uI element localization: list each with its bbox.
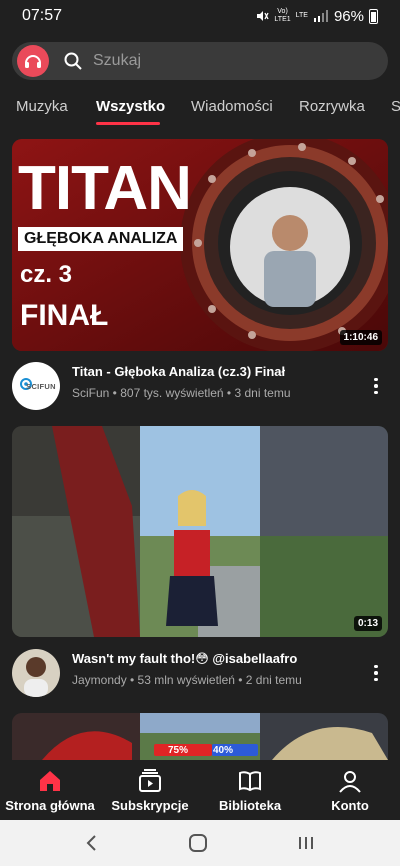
video-duration: 0:13 — [353, 616, 382, 631]
nav-library[interactable]: Biblioteka — [200, 760, 300, 820]
lte-indicator: LTE — [295, 12, 308, 19]
nav-home[interactable]: Strona główna — [0, 760, 100, 820]
search-icon[interactable] — [63, 51, 83, 71]
library-icon — [239, 770, 261, 791]
volte-indicator: Vo) LTE1 — [274, 8, 291, 23]
category-tabs: Muzyka Wszystko Wiadomości Rozrywka S — [0, 88, 400, 128]
nav-subscriptions[interactable]: Subskrypcje — [100, 760, 200, 820]
search-bar[interactable]: Szukaj — [12, 42, 388, 80]
headphones-icon — [25, 55, 41, 68]
channel-avatar[interactable]: SCIFUN — [12, 362, 60, 410]
thumbnail-final-text: FINAŁ — [20, 299, 109, 332]
system-navigation-bar — [0, 820, 400, 866]
thumbnail-artwork — [12, 426, 388, 637]
profile-avatar[interactable] — [17, 45, 49, 77]
tab-wszystko[interactable]: Wszystko — [96, 98, 165, 115]
nav-account[interactable]: Konto — [300, 760, 400, 820]
more-options-button[interactable] — [366, 659, 386, 687]
home-icon — [40, 770, 60, 791]
search-input[interactable]: Szukaj — [93, 52, 141, 70]
tab-rozrywka[interactable]: Rozrywka — [299, 98, 365, 115]
thumbnail-title-text: TITAN — [18, 154, 192, 223]
nav-home-label: Strona główna — [5, 797, 95, 813]
battery-icon — [369, 8, 378, 24]
nav-library-label: Biblioteka — [218, 797, 282, 813]
battery-percent: 96% — [333, 7, 364, 25]
video-thumbnail[interactable]: 75% 40% — [12, 713, 388, 760]
status-time: 07:57 — [22, 7, 63, 24]
video-subtitle: SciFun • 807 tys. wyświetleń • 3 dni tem… — [72, 386, 291, 400]
thumbnail-subtitle-text: GŁĘBOKA ANALIZA — [18, 227, 184, 251]
tab-muzyka[interactable]: Muzyka — [16, 98, 68, 115]
video-duration: 1:10:46 — [339, 330, 382, 345]
active-tab-indicator — [96, 122, 160, 125]
video-title[interactable]: Titan - Głęboka Analiza (cz.3) Finał — [72, 364, 285, 379]
video-title[interactable]: Wasn't my fault tho!😳 @isabellaafro — [72, 651, 297, 667]
video-thumbnail[interactable]: 0:13 — [12, 426, 388, 637]
subscriptions-icon — [139, 768, 161, 792]
tab-wiadomosci[interactable]: Wiadomości — [191, 98, 273, 115]
account-icon — [339, 770, 361, 793]
tab-overflow[interactable]: S — [391, 98, 400, 115]
bottom-navigation: Strona główna Subskrypcje Biblioteka Kon… — [0, 760, 400, 820]
home-button-icon[interactable] — [188, 833, 208, 853]
recent-apps-icon[interactable] — [297, 835, 315, 851]
channel-avatar-image — [24, 657, 48, 697]
video-meta: SCIFUN Titan - Głęboka Analiza (cz.3) Fi… — [12, 362, 388, 418]
back-icon[interactable] — [85, 834, 99, 852]
video-subtitle: Jaymondy • 53 mln wyświetleń • 2 dni tem… — [72, 673, 302, 687]
status-bar: 07:57 Vo) LTE1 LTE 96% — [0, 0, 400, 32]
signal-icon — [313, 10, 328, 22]
channel-avatar[interactable] — [12, 649, 60, 697]
thumbnail-artwork — [12, 713, 388, 760]
more-options-button[interactable] — [366, 372, 386, 400]
video-thumbnail[interactable]: TITAN GŁĘBOKA ANALIZA cz. 3 FINAŁ 1:10:4… — [12, 139, 388, 351]
thumbnail-part-text: cz. 3 — [20, 261, 73, 288]
mute-icon — [257, 11, 270, 21]
channel-logo-text: SCIFUN — [26, 381, 56, 391]
status-indicators: Vo) LTE1 LTE 96% — [255, 8, 378, 25]
progress-right-percent: 40% — [213, 745, 234, 756]
video-meta: Wasn't my fault tho!😳 @isabellaafro Jaym… — [12, 649, 388, 705]
nav-account-label: Konto — [331, 797, 369, 813]
progress-left-percent: 75% — [168, 745, 189, 756]
nav-subscriptions-label: Subskrypcje — [111, 797, 189, 813]
